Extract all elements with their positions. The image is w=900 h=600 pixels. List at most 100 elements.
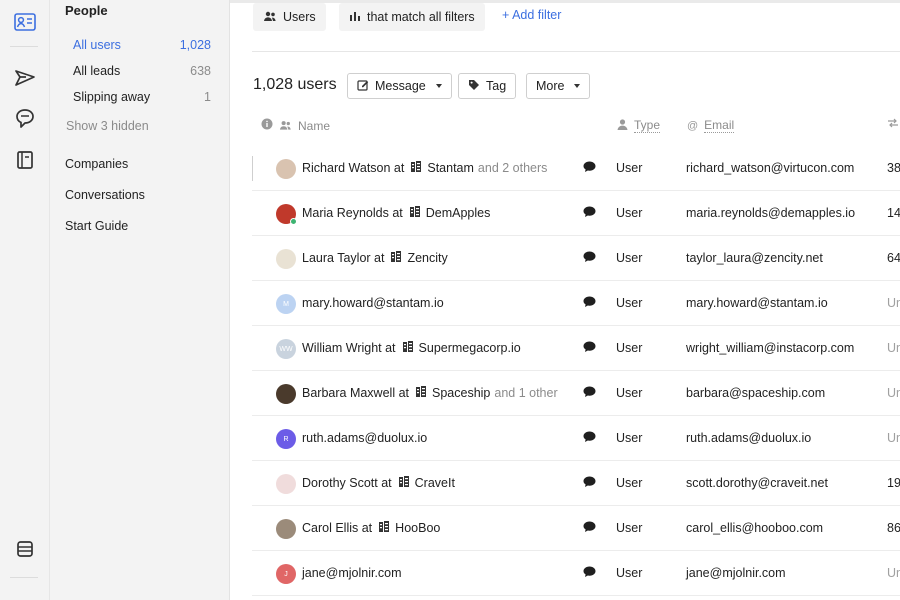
conversation-icon[interactable]: [583, 296, 596, 311]
sidebar-item-all-users[interactable]: All users 1,028: [65, 35, 211, 55]
user-name-cell[interactable]: jane@mjolnir.com: [302, 566, 402, 580]
online-status-dot: [290, 218, 297, 225]
database-icon[interactable]: [13, 537, 37, 561]
other-companies[interactable]: and 1 other: [494, 386, 557, 400]
user-name-cell[interactable]: Barbara Maxwell at Spaceship and 1 other: [302, 386, 558, 400]
table-row[interactable]: Laura Taylor at Zencity User taylor_laura@z…: [252, 236, 900, 281]
user-type: User: [616, 386, 643, 400]
rail-divider: [10, 46, 38, 47]
filter-chip-users[interactable]: Users: [253, 3, 326, 31]
conversation-icon[interactable]: [583, 431, 596, 446]
table-row[interactable]: Richard Watson at Stantam and 2 others User…: [252, 146, 900, 191]
table-row[interactable]: Maria Reynolds at DemApples User maria.reyn…: [252, 191, 900, 236]
user-count: 1,028 users: [253, 76, 337, 93]
header-type[interactable]: Type: [617, 118, 661, 133]
user-name-cell[interactable]: Richard Watson at Stantam and 2 others: [302, 161, 547, 175]
user-name: Laura Taylor at: [302, 251, 385, 265]
conversation-icon[interactable]: [583, 341, 596, 356]
add-filter-button[interactable]: + Add filter: [502, 8, 561, 22]
company-name[interactable]: HooBoo: [395, 521, 440, 535]
sidebar-item-all-leads[interactable]: All leads 638: [65, 61, 211, 81]
company-name[interactable]: Supermegacorp.io: [419, 341, 521, 355]
avatar[interactable]: WW: [276, 339, 296, 359]
user-name-cell[interactable]: mary.howard@stantam.io: [302, 296, 444, 310]
sidebar-item-slipping-away[interactable]: Slipping away 1: [65, 87, 211, 107]
more-button-label: More: [536, 79, 565, 93]
company-icon: [391, 251, 402, 265]
company-icon: [411, 161, 422, 175]
user-type: User: [616, 341, 643, 355]
show-hidden-link[interactable]: Show 3 hidden: [66, 119, 149, 133]
tag-button[interactable]: Tag: [458, 73, 517, 99]
top-border: [230, 0, 900, 3]
header-email[interactable]: @ Email: [687, 118, 735, 133]
conversation-icon[interactable]: [583, 206, 596, 221]
user-name: Barbara Maxwell at: [302, 386, 409, 400]
avatar[interactable]: [276, 159, 296, 179]
table-row[interactable]: Rruth.adams@duolux.io User ruth.adams@duol…: [252, 416, 900, 461]
user-name-cell[interactable]: Laura Taylor at Zencity: [302, 251, 448, 265]
row-selection-indicator: [252, 156, 253, 181]
avatar[interactable]: [276, 474, 296, 494]
sidebar-section-start-guide[interactable]: Start Guide: [65, 219, 128, 233]
divider: [252, 51, 900, 52]
user-type: User: [616, 521, 643, 535]
message-button[interactable]: Message: [347, 73, 452, 99]
user-name-cell[interactable]: Dorothy Scott at CraveIt: [302, 476, 455, 490]
user-type: User: [616, 566, 643, 580]
send-icon[interactable]: [13, 66, 37, 90]
table-row[interactable]: Mmary.howard@stantam.io User mary.howard@s…: [252, 281, 900, 326]
truncated-cell: 86: [887, 521, 900, 535]
sidebar-item-label: All users: [73, 38, 121, 52]
sidebar-section-conversations[interactable]: Conversations: [65, 188, 145, 202]
conversation-icon[interactable]: [583, 251, 596, 266]
conversation-icon[interactable]: [583, 476, 596, 491]
conversation-icon[interactable]: [583, 566, 596, 581]
company-name[interactable]: Stantam: [427, 161, 474, 175]
avatar[interactable]: [276, 204, 297, 225]
table-row[interactable]: Carol Ellis at HooBoo User carol_ellis@hoob…: [252, 506, 900, 551]
avatar[interactable]: M: [276, 294, 296, 314]
user-email: scott.dorothy@craveit.net: [686, 476, 828, 490]
company-name[interactable]: DemApples: [426, 206, 491, 220]
other-companies[interactable]: and 2 others: [478, 161, 548, 175]
avatar[interactable]: [276, 249, 296, 269]
table-row[interactable]: Dorothy Scott at CraveIt User scott.dorothy…: [252, 461, 900, 506]
table-row[interactable]: Barbara Maxwell at Spaceship and 1 other Us…: [252, 371, 900, 416]
table-row[interactable]: WW William Wright at Supermegacorp.io User w…: [252, 326, 900, 371]
filter-chip-match[interactable]: that match all filters: [339, 3, 485, 31]
filter-chip-label: Users: [283, 10, 316, 24]
main-content: Users that match all filters + Add filte…: [230, 0, 900, 600]
user-type: User: [616, 476, 643, 490]
sidebar-section-companies[interactable]: Companies: [65, 157, 128, 171]
table-row[interactable]: Jjane@mjolnir.com User jane@mjolnir.com Un: [252, 551, 900, 596]
person-icon: [617, 118, 628, 133]
company-name[interactable]: CraveIt: [415, 476, 455, 490]
users-icon: [279, 119, 292, 133]
avatar[interactable]: [276, 384, 296, 404]
user-name-cell[interactable]: William Wright at Supermegacorp.io: [302, 341, 521, 355]
avatar[interactable]: J: [276, 564, 296, 584]
truncated-cell: Un: [887, 431, 900, 445]
conversation-icon[interactable]: [583, 161, 596, 176]
user-name-cell[interactable]: Carol Ellis at HooBoo: [302, 521, 440, 535]
company-name[interactable]: Spaceship: [432, 386, 490, 400]
contacts-icon[interactable]: [13, 10, 37, 34]
sort-icon[interactable]: [887, 118, 899, 128]
user-name-cell[interactable]: ruth.adams@duolux.io: [302, 431, 427, 445]
user-name-cell[interactable]: Maria Reynolds at DemApples: [302, 206, 490, 220]
user-name: William Wright at: [302, 341, 396, 355]
chat-bubble-icon[interactable]: [13, 107, 37, 131]
header-name[interactable]: Name: [261, 118, 330, 133]
company-name[interactable]: Zencity: [407, 251, 447, 265]
conversation-icon[interactable]: [583, 521, 596, 536]
header-email-label: Email: [704, 118, 735, 133]
user-type: User: [616, 431, 643, 445]
book-icon[interactable]: [13, 148, 37, 172]
user-type: User: [616, 206, 643, 220]
avatar[interactable]: R: [276, 429, 296, 449]
avatar[interactable]: [276, 519, 296, 539]
more-button[interactable]: More: [526, 73, 591, 99]
conversation-icon[interactable]: [583, 386, 596, 401]
table-header: Name Type @ Email: [252, 115, 900, 137]
